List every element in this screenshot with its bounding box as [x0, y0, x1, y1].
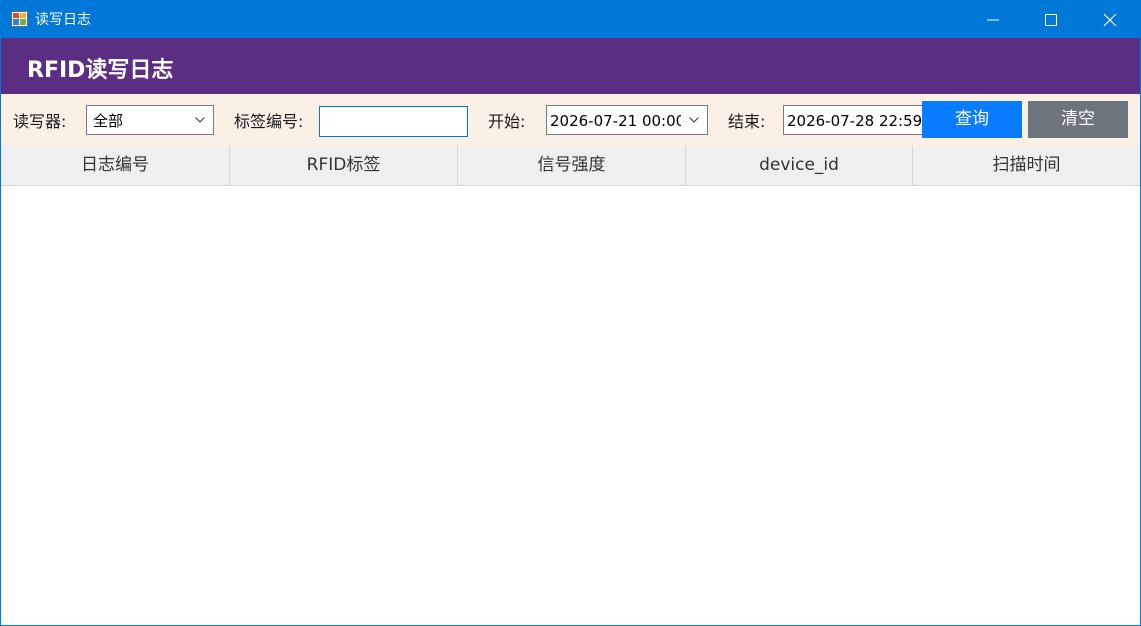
- column-header-scan-time[interactable]: 扫描时间: [913, 145, 1140, 185]
- app-icon: [11, 11, 28, 27]
- title-bar[interactable]: 读写日志: [1, 1, 1140, 38]
- chevron-down-icon[interactable]: [681, 106, 707, 134]
- column-header-rfid-tag[interactable]: RFID标签: [230, 145, 458, 185]
- clear-button[interactable]: 清空: [1028, 101, 1128, 138]
- page-title: RFID读写日志: [27, 58, 174, 83]
- window-title: 读写日志: [35, 12, 91, 28]
- close-button[interactable]: [1081, 1, 1139, 38]
- minimize-button[interactable]: [964, 1, 1022, 38]
- reader-select-value: 全部: [93, 112, 124, 130]
- main-window: 读写日志 RFID读写日志 读写器: 全部 标签编号: 开始: 2026-07-…: [0, 0, 1141, 626]
- start-datetime-picker[interactable]: 2026-07-21 00:00: [546, 105, 708, 135]
- tag-input[interactable]: [319, 106, 468, 137]
- minimize-icon: [987, 19, 999, 21]
- column-header-device-id[interactable]: device_id: [686, 145, 913, 185]
- column-header-log-id[interactable]: 日志编号: [1, 145, 230, 185]
- header-banner: RFID读写日志: [1, 38, 1140, 94]
- close-icon: [1103, 13, 1117, 27]
- end-label: 结束:: [728, 112, 766, 131]
- filter-bar: 读写器: 全部 标签编号: 开始: 2026-07-21 00:00 结束: 2…: [1, 94, 1140, 145]
- end-datetime-value: 2026-07-28 22:59: [787, 112, 923, 130]
- table-header: 日志编号 RFID标签 信号强度 device_id 扫描时间: [1, 145, 1140, 186]
- reader-label: 读写器:: [13, 112, 67, 131]
- start-datetime-value: 2026-07-21 00:00: [550, 112, 686, 130]
- start-label: 开始:: [488, 112, 526, 131]
- query-button[interactable]: 查询: [922, 101, 1022, 138]
- reader-select[interactable]: 全部: [86, 105, 214, 135]
- column-header-signal-strength[interactable]: 信号强度: [458, 145, 686, 185]
- tag-label: 标签编号:: [234, 112, 304, 131]
- table-body[interactable]: [1, 186, 1140, 625]
- maximize-icon: [1045, 14, 1057, 26]
- chevron-down-icon[interactable]: [187, 106, 213, 134]
- maximize-button[interactable]: [1022, 1, 1080, 38]
